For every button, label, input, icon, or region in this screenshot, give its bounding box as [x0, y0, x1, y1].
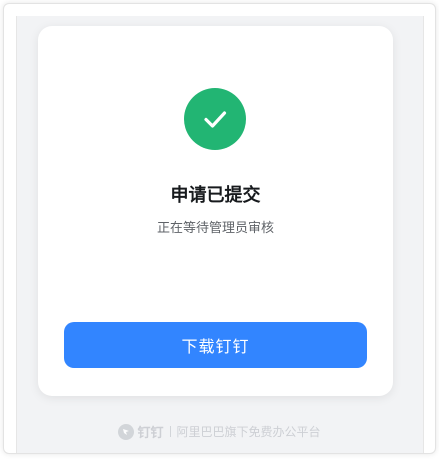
dingtalk-logo-icon	[118, 423, 135, 440]
status-card: 申请已提交 正在等待管理员审核 下载钉钉	[38, 26, 393, 396]
dialog-frame: 申请已提交 正在等待管理员审核 下载钉钉 钉钉 阿里巴巴旗下免费办公平台	[3, 3, 436, 454]
footer: 钉钉 阿里巴巴旗下免费办公平台	[4, 422, 435, 441]
check-icon	[204, 111, 227, 128]
success-check-icon	[184, 88, 246, 150]
status-title: 申请已提交	[170, 185, 261, 206]
footer-brand: 钉钉	[118, 422, 164, 441]
status-subtitle: 正在等待管理员审核	[156, 221, 274, 236]
footer-brand-name: 钉钉	[137, 426, 164, 441]
download-dingtalk-button[interactable]: 下载钉钉	[64, 322, 367, 368]
footer-tagline: 阿里巴巴旗下免费办公平台	[176, 425, 321, 439]
footer-divider	[169, 426, 171, 437]
